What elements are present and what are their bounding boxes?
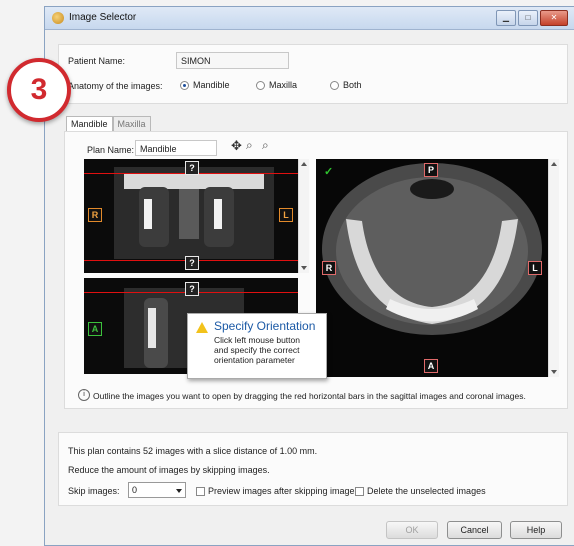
app-icon	[52, 12, 64, 24]
coronal-left-marker: R	[88, 208, 102, 222]
radio-maxilla-dot[interactable]	[256, 80, 265, 90]
delete-checkbox-box[interactable]	[355, 486, 364, 496]
scroll-down-icon[interactable]	[551, 370, 557, 374]
axial-left-marker: R	[322, 261, 336, 275]
coronal-bottom-marker[interactable]: ?	[185, 256, 199, 270]
close-button[interactable]: ✕	[540, 10, 568, 26]
preview-checkbox-label: Preview images after skipping images	[208, 486, 360, 496]
axial-ct-image[interactable]: P R L A ✓	[316, 159, 548, 377]
radio-maxilla-label: Maxilla	[269, 80, 298, 90]
cancel-button[interactable]: Cancel	[447, 521, 502, 539]
skip-images-label: Skip images:	[68, 486, 120, 496]
coronal-top-marker[interactable]: ?	[185, 161, 199, 175]
tab-bar: Mandible Maxilla	[66, 116, 151, 131]
summary-line2: Reduce the amount of images by skipping …	[68, 465, 270, 475]
radio-mandible[interactable]: Mandible	[180, 80, 230, 90]
window-title: Image Selector	[69, 12, 137, 23]
radio-both[interactable]: Both	[330, 80, 362, 90]
axial-scrollbar[interactable]	[548, 159, 559, 377]
move-icon[interactable]: ✥	[231, 138, 242, 154]
ok-button[interactable]: OK	[386, 521, 438, 539]
anatomy-label: Anatomy of the images:	[68, 81, 163, 91]
preview-checkbox[interactable]: Preview images after skipping images	[196, 486, 359, 496]
tab-maxilla[interactable]: Maxilla	[112, 116, 151, 131]
radio-mandible-dot[interactable]	[180, 80, 189, 90]
patient-name-field: SIMON	[176, 52, 289, 69]
patient-panel	[58, 44, 568, 104]
axial-right-marker: L	[528, 261, 542, 275]
tooltip-line: and specify the correct	[214, 345, 300, 355]
chevron-down-icon[interactable]	[176, 489, 182, 493]
axial-ct-graphic	[316, 159, 548, 377]
plan-name-label: Plan Name:	[87, 145, 135, 155]
zoom-in-icon[interactable]: ⌕	[246, 138, 253, 153]
tooltip-body: Click left mouse button and specify the …	[214, 335, 320, 365]
title-bar[interactable]: Image Selector ▁ □ ✕	[45, 7, 574, 30]
delete-checkbox[interactable]: Delete the unselected images	[355, 486, 486, 496]
help-button[interactable]: Help	[510, 521, 562, 539]
delete-checkbox-label: Delete the unselected images	[367, 486, 486, 496]
axial-top-marker: P	[424, 163, 438, 177]
radio-both-label: Both	[343, 80, 362, 90]
coronal-scrollbar[interactable]	[298, 159, 309, 273]
summary-line1: This plan contains 52 images with a slic…	[68, 446, 318, 456]
sagittal-left-marker: A	[88, 322, 102, 336]
sagittal-top-marker[interactable]: ?	[185, 282, 199, 296]
radio-maxilla[interactable]: Maxilla	[256, 80, 297, 90]
zoom-reset-icon[interactable]: ⌕	[262, 138, 269, 153]
skip-images-select[interactable]: 0	[128, 482, 186, 498]
info-icon: i	[78, 389, 90, 401]
coronal-ct-image[interactable]: ? ? R L	[84, 159, 298, 273]
scroll-up-icon[interactable]	[551, 162, 557, 166]
skip-images-value: 0	[132, 485, 138, 495]
tab-mandible[interactable]: Mandible	[66, 116, 113, 131]
plan-name-input[interactable]: Mandible	[135, 140, 217, 156]
patient-name-label: Patient Name:	[68, 56, 126, 66]
maximize-button[interactable]: □	[518, 10, 538, 26]
scroll-down-icon[interactable]	[301, 266, 307, 270]
step-badge: 3	[7, 58, 71, 122]
preview-checkbox-box[interactable]	[196, 486, 205, 496]
scroll-up-icon[interactable]	[301, 162, 307, 166]
radio-mandible-label: Mandible	[193, 80, 230, 90]
hint-text: Outline the images you want to open by d…	[93, 391, 526, 401]
minimize-button[interactable]: ▁	[496, 10, 516, 26]
tooltip-line: Click left mouse button	[214, 335, 300, 345]
warning-icon	[196, 322, 208, 333]
axial-check-icon: ✓	[324, 166, 334, 178]
coronal-right-marker: L	[279, 208, 293, 222]
tooltip-line: orientation parameter	[214, 355, 295, 365]
axial-bottom-marker: A	[424, 359, 438, 373]
tooltip-title: Specify Orientation	[214, 319, 316, 333]
radio-both-dot[interactable]	[330, 80, 339, 90]
orientation-tooltip: Specify Orientation Click left mouse but…	[187, 313, 327, 379]
